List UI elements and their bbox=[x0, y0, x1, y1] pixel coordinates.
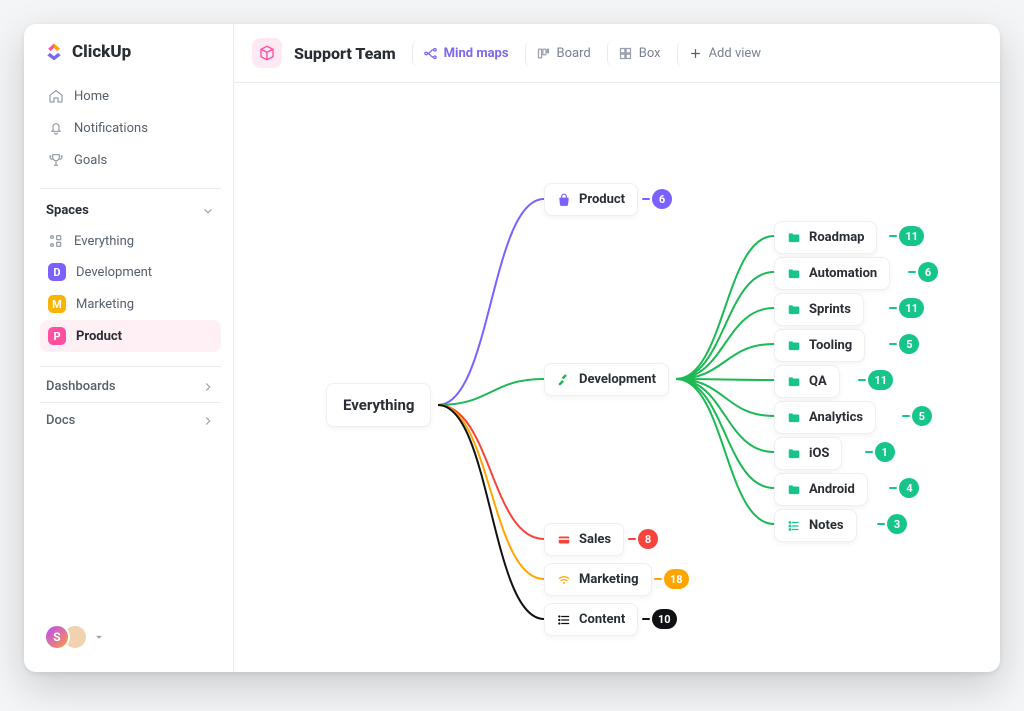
view-label: Add view bbox=[709, 46, 762, 61]
sidebar-everything[interactable]: Everything bbox=[40, 226, 221, 256]
leaf-label: Notes bbox=[809, 518, 844, 533]
leaf-label: Tooling bbox=[809, 338, 852, 353]
leaf-label: iOS bbox=[809, 446, 829, 461]
grid-icon bbox=[48, 233, 64, 249]
badge-sales: 8 bbox=[638, 529, 658, 549]
spaces-label: Spaces bbox=[46, 203, 89, 218]
branch-content[interactable]: Content bbox=[544, 603, 638, 636]
nav-home[interactable]: Home bbox=[40, 82, 221, 110]
chevron-down-icon bbox=[201, 204, 215, 218]
leaf-android[interactable]: Android bbox=[774, 473, 868, 506]
badge-android: 4 bbox=[899, 478, 919, 498]
brand[interactable]: ClickUp bbox=[40, 42, 221, 62]
branch-marketing[interactable]: Marketing bbox=[544, 563, 652, 596]
view-label: Board bbox=[557, 46, 591, 61]
space-label: Development bbox=[76, 265, 152, 280]
badge-sprints: 11 bbox=[899, 298, 924, 318]
view-label: Mind maps bbox=[444, 46, 509, 61]
nav-label: Notifications bbox=[74, 121, 148, 136]
space-letter: M bbox=[48, 295, 66, 313]
space-label: Marketing bbox=[76, 297, 134, 312]
view-board[interactable]: Board bbox=[525, 40, 601, 67]
main: Support Team Mind maps Board Box Add vie… bbox=[234, 24, 1000, 672]
bell-icon bbox=[48, 120, 64, 136]
badge-automation: 6 bbox=[918, 262, 938, 282]
leaf-label: Android bbox=[809, 482, 855, 497]
leaf-sprints[interactable]: Sprints bbox=[774, 293, 864, 326]
branch-label: Marketing bbox=[579, 572, 639, 587]
sidebar-space-marketing[interactable]: M Marketing bbox=[40, 288, 221, 320]
chevron-right-icon bbox=[201, 380, 215, 394]
view-add[interactable]: Add view bbox=[677, 40, 772, 67]
leaf-automation[interactable]: Automation bbox=[774, 257, 890, 290]
space-cube-icon bbox=[252, 38, 282, 68]
space-letter: D bbox=[48, 263, 66, 281]
leaf-ios[interactable]: iOS bbox=[774, 437, 842, 470]
sidebar-spaces-section: Spaces Everything D Development M Market… bbox=[40, 188, 221, 352]
plus-icon bbox=[688, 46, 703, 61]
brand-label: ClickUp bbox=[72, 42, 131, 62]
badge-marketing: 18 bbox=[664, 569, 689, 589]
leaf-notes[interactable]: Notes bbox=[774, 509, 857, 542]
space-label: Product bbox=[76, 329, 122, 344]
leaf-label: Roadmap bbox=[809, 230, 864, 245]
leaf-tooling[interactable]: Tooling bbox=[774, 329, 865, 362]
space-letter: P bbox=[48, 327, 66, 345]
box-icon bbox=[618, 46, 633, 61]
leaf-label: Sprints bbox=[809, 302, 851, 317]
toolbar: Support Team Mind maps Board Box Add vie… bbox=[234, 24, 1000, 83]
clickup-logo-icon bbox=[44, 42, 64, 62]
app-window: ClickUp Home Notifications Goals Spaces bbox=[24, 24, 1000, 672]
branch-label: Product bbox=[579, 192, 625, 207]
badge-analytics: 5 bbox=[912, 406, 932, 426]
branch-label: Content bbox=[579, 612, 625, 627]
everything-label: Everything bbox=[74, 234, 134, 249]
leaf-qa[interactable]: QA bbox=[774, 365, 840, 398]
badge-ios: 1 bbox=[875, 442, 895, 462]
board-icon bbox=[536, 46, 551, 61]
sidebar-nav: Home Notifications Goals bbox=[40, 82, 221, 174]
nav-goals[interactable]: Goals bbox=[40, 146, 221, 174]
badge-notes: 3 bbox=[887, 514, 907, 534]
group-label: Docs bbox=[46, 413, 75, 428]
leaf-label: Analytics bbox=[809, 410, 863, 425]
view-mindmaps[interactable]: Mind maps bbox=[412, 40, 519, 67]
branch-label: Sales bbox=[579, 532, 611, 547]
nav-notifications[interactable]: Notifications bbox=[40, 114, 221, 142]
mindmap-canvas[interactable]: Everything Product 6 Development Roadmap 11 Au… bbox=[234, 83, 1000, 672]
sidebar-dashboards-group[interactable]: Dashboards bbox=[40, 366, 221, 402]
nav-label: Goals bbox=[74, 153, 107, 168]
sidebar-docs-group[interactable]: Docs bbox=[40, 402, 221, 436]
avatar-self[interactable]: S bbox=[44, 624, 70, 650]
sidebar-space-development[interactable]: D Development bbox=[40, 256, 221, 288]
caret-down-icon bbox=[92, 630, 106, 644]
badge-roadmap: 11 bbox=[899, 226, 924, 246]
spaces-header[interactable]: Spaces bbox=[40, 201, 221, 226]
branch-sales[interactable]: Sales bbox=[544, 523, 624, 556]
sidebar-footer[interactable]: S bbox=[40, 616, 221, 658]
view-box[interactable]: Box bbox=[607, 40, 671, 67]
chevron-right-icon bbox=[201, 414, 215, 428]
group-label: Dashboards bbox=[46, 379, 116, 394]
sidebar: ClickUp Home Notifications Goals Spaces bbox=[24, 24, 234, 672]
branch-label: Development bbox=[579, 372, 656, 387]
badge-qa: 11 bbox=[868, 370, 893, 390]
view-label: Box bbox=[639, 46, 661, 61]
badge-product: 6 bbox=[652, 189, 672, 209]
leaf-roadmap[interactable]: Roadmap bbox=[774, 221, 877, 254]
nav-label: Home bbox=[74, 89, 109, 104]
branch-product[interactable]: Product bbox=[544, 183, 638, 216]
mindmap-icon bbox=[423, 46, 438, 61]
mindmap-root[interactable]: Everything bbox=[326, 383, 431, 427]
branch-development[interactable]: Development bbox=[544, 363, 669, 396]
page-title: Support Team bbox=[294, 44, 396, 63]
badge-content: 10 bbox=[652, 609, 677, 629]
leaf-analytics[interactable]: Analytics bbox=[774, 401, 876, 434]
leaf-label: Automation bbox=[809, 266, 877, 281]
sidebar-space-product[interactable]: P Product bbox=[40, 320, 221, 352]
trophy-icon bbox=[48, 152, 64, 168]
home-icon bbox=[48, 88, 64, 104]
badge-tooling: 5 bbox=[899, 334, 919, 354]
leaf-label: QA bbox=[809, 374, 827, 389]
